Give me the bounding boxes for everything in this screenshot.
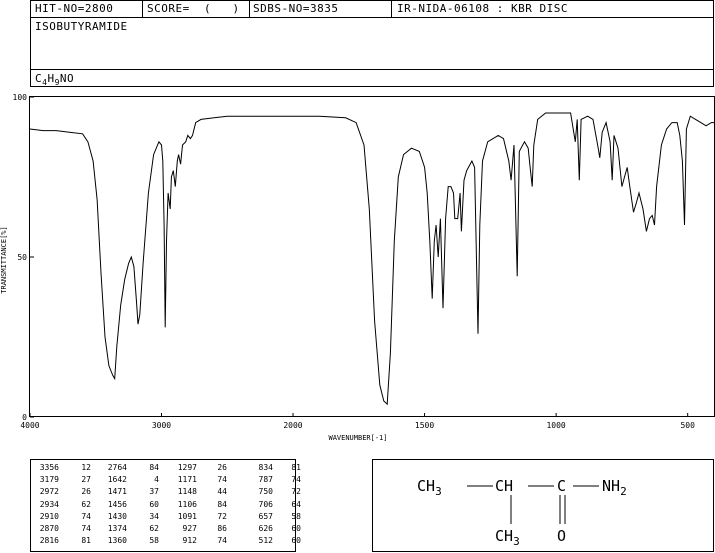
peak-intensity: 60 (291, 523, 301, 533)
peak-table: 3356 12 2764 84 1297 26 834 81 3179 27 1642 4 1171 74… (30, 459, 301, 552)
peak-intensity: 72 (291, 487, 301, 497)
peak-wavenumber: 706 (258, 499, 273, 509)
peak-intensity: 86 (217, 523, 227, 533)
peak-wavenumber: 1471 (107, 487, 127, 497)
peak-intensity: 62 (149, 523, 159, 533)
peak-intensity: 74 (291, 475, 301, 485)
peak-wavenumber: 912 (182, 536, 197, 546)
peak-table-row: 2910 74 1430 34 1091 72 657 58 (37, 511, 301, 524)
peak-intensity: 72 (217, 511, 227, 521)
peak-wavenumber: 1171 (177, 475, 197, 485)
x-tick-label: 1000 (546, 421, 565, 430)
structure-ch3-bottom: CH3 (495, 527, 520, 548)
peak-intensity: 60 (149, 499, 159, 509)
peak-wavenumber: 1456 (107, 499, 127, 509)
structure-ch3-left: CH3 (417, 477, 442, 498)
y-tick-label: 50 (17, 253, 27, 262)
peak-intensity: 84 (149, 463, 159, 472)
peak-intensity: 84 (217, 499, 227, 509)
peak-wavenumber: 1297 (177, 463, 197, 472)
spectrum-line (29, 112, 714, 406)
x-tick-label: 3000 (152, 421, 171, 430)
peak-table-row: 2934 62 1456 60 1106 84 706 64 (37, 499, 301, 512)
peak-intensity: 74 (81, 511, 91, 521)
peak-intensity: 64 (291, 499, 301, 509)
peak-intensity: 60 (291, 536, 301, 546)
molecular-formula: C4H9NO (35, 72, 75, 88)
x-axis-label: WAVENUMBER[-1] (328, 434, 387, 442)
peak-wavenumber: 1360 (107, 536, 127, 546)
structure-box: CH3 CH C NH2 CH3 O (372, 459, 714, 552)
chemical-structure: CH3 CH C NH2 CH3 O (417, 477, 627, 548)
peak-intensity: 74 (217, 475, 227, 485)
peak-wavenumber: 1642 (107, 475, 127, 485)
peak-table-row: 2870 74 1374 62 927 86 626 60 (37, 523, 301, 536)
peak-wavenumber: 2816 (39, 536, 59, 546)
compound-name: ISOBUTYRAMIDE (35, 20, 128, 33)
peak-table-row: 3179 27 1642 4 1171 74 787 74 (37, 475, 301, 487)
score: SCORE= ( ) (147, 2, 240, 15)
structure-c: C (557, 477, 566, 495)
peak-wavenumber: 2934 (39, 499, 59, 509)
peak-wavenumber: 626 (258, 523, 273, 533)
header-divider (142, 1, 143, 17)
peak-intensity: 58 (149, 536, 159, 546)
peak-intensity: 37 (149, 487, 159, 497)
peak-table-row: 2816 81 1360 58 912 74 512 60 (37, 536, 301, 548)
peak-wavenumber: 512 (258, 536, 273, 546)
peak-wavenumber: 750 (258, 487, 273, 497)
peak-wavenumber: 1148 (177, 487, 197, 497)
peak-intensity: 81 (291, 463, 301, 472)
structure-nh2: NH2 (602, 477, 627, 498)
peak-wavenumber: 1091 (177, 511, 197, 521)
peak-intensity: 27 (81, 475, 91, 485)
peak-intensity: 58 (291, 511, 301, 521)
peak-wavenumber: 3356 (39, 463, 59, 472)
peak-wavenumber: 2764 (107, 463, 127, 472)
peak-intensity: 34 (149, 511, 159, 521)
peak-intensity: 26 (217, 463, 227, 472)
ir-info: IR-NIDA-06108 : KBR DISC (397, 2, 568, 15)
x-tick-label: 2000 (283, 421, 302, 430)
peak-intensity: 74 (81, 523, 91, 533)
x-tick-label: 500 (680, 421, 695, 430)
header-bar: HIT-NO=2800 SCORE= ( ) SDBS-NO=3835 IR-N… (30, 0, 714, 18)
sdbs-number: SDBS-NO=3835 (253, 2, 339, 15)
peak-wavenumber: 2870 (39, 523, 59, 533)
peak-table-row: 3356 12 2764 84 1297 26 834 81 (37, 463, 301, 475)
structure-ch: CH (495, 477, 513, 495)
header-divider (391, 1, 392, 17)
y-tick-label: 0 (22, 413, 27, 422)
peak-intensity: 81 (81, 536, 91, 546)
peak-wavenumber: 2972 (39, 487, 59, 497)
peak-intensity: 44 (217, 487, 227, 497)
peak-wavenumber: 787 (258, 475, 273, 485)
peak-intensity: 62 (81, 499, 91, 509)
peak-wavenumber: 3179 (39, 475, 59, 485)
peak-wavenumber: 834 (258, 463, 273, 472)
header-divider (249, 1, 250, 17)
peak-wavenumber: 1374 (107, 523, 127, 533)
peak-table-row: 2972 26 1471 37 1148 44 750 72 (37, 487, 301, 499)
peak-wavenumber: 657 (258, 511, 273, 521)
peak-intensity: 26 (81, 487, 91, 497)
x-tick-label: 4000 (20, 421, 39, 430)
structure-oxygen: O (557, 527, 566, 545)
y-axis-label: TRANSMITTANCE[%] (0, 226, 8, 293)
x-tick-label: 1500 (415, 421, 434, 430)
peak-intensity: 74 (217, 536, 227, 546)
y-tick-label: 100 (13, 93, 28, 102)
peak-intensity: 4 (154, 475, 159, 485)
formula-box: C4H9NO (30, 69, 714, 87)
peak-wavenumber: 927 (182, 523, 197, 533)
peak-wavenumber: 1106 (177, 499, 197, 509)
peak-wavenumber: 1430 (107, 511, 127, 521)
peak-wavenumber: 2910 (39, 511, 59, 521)
peak-intensity: 12 (81, 463, 91, 472)
hit-number: HIT-NO=2800 (35, 2, 114, 15)
compound-name-box: ISOBUTYRAMIDE (30, 17, 714, 70)
